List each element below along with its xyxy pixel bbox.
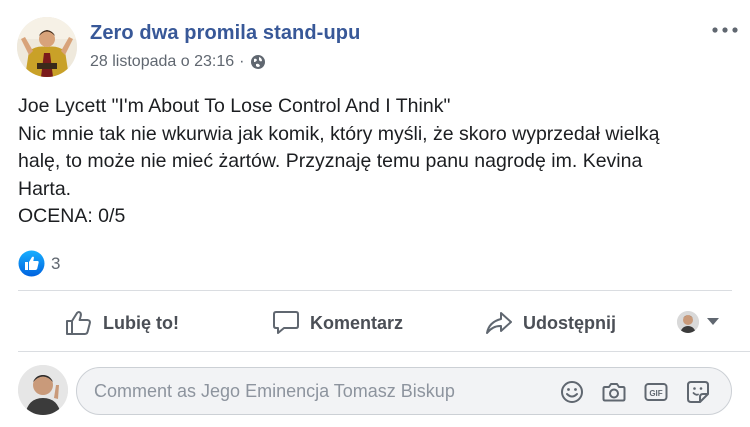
comment-input[interactable]: Comment as Jego Eminencja Tomasz Biskup [76, 367, 732, 415]
chevron-down-icon [707, 313, 719, 331]
more-options-icon[interactable] [710, 20, 740, 40]
post-as-selector[interactable] [677, 311, 719, 333]
svg-text:GIF: GIF [649, 389, 662, 398]
reactions-summary[interactable]: 3 [18, 250, 60, 277]
action-bar: Lubię to! Komentarz Udostępnij [18, 298, 732, 348]
divider [18, 351, 750, 352]
emoji-icon[interactable] [559, 379, 585, 405]
comment-placeholder: Comment as Jego Eminencja Tomasz Biskup [94, 381, 455, 401]
page-name-link[interactable]: Zero dwa promila stand-upu [90, 22, 360, 45]
viewer-avatar [677, 311, 699, 333]
camera-icon[interactable] [601, 379, 627, 405]
post-timestamp[interactable]: 28 listopada o 23:16 [90, 53, 234, 71]
thumbs-up-icon [65, 310, 93, 336]
sticker-icon[interactable] [685, 379, 711, 405]
share-label: Udostępnij [523, 312, 616, 333]
reaction-count: 3 [51, 253, 61, 273]
post-line: Harta. [18, 177, 72, 200]
like-reaction-icon [18, 250, 45, 277]
post-line: Nic mnie tak nie wkurwia jak komik, któr… [18, 122, 660, 145]
like-label: Lubię to! [103, 312, 179, 333]
share-button[interactable]: Udostępnij [485, 298, 616, 348]
globe-icon[interactable] [250, 54, 266, 70]
post-line: halę, to może nie mieć żartów. Przyznaję… [18, 150, 643, 172]
commenter-avatar[interactable] [18, 365, 68, 415]
post-line: OCENA: 0/5 [18, 205, 126, 227]
comment-button[interactable]: Komentarz [272, 298, 403, 348]
like-button[interactable]: Lubię to! [65, 298, 179, 348]
comment-composer: Comment as Jego Eminencja Tomasz Biskup [0, 353, 750, 427]
post-body: Joe Lycett "I'm About To Lose Control An… [18, 93, 718, 231]
divider [18, 290, 732, 291]
speech-bubble-icon [272, 310, 300, 336]
post-line: Joe Lycett "I'm About To Lose Control An… [18, 95, 451, 117]
gif-icon[interactable]: GIF [643, 379, 669, 405]
post-card: Zero dwa promila stand-upu 28 listopada … [0, 0, 750, 427]
comment-label: Komentarz [310, 312, 404, 333]
page-avatar[interactable] [17, 17, 77, 77]
post-meta: 28 listopada o 23:16 · [90, 53, 266, 71]
meta-separator: · [239, 53, 245, 70]
share-arrow-icon [485, 310, 513, 336]
